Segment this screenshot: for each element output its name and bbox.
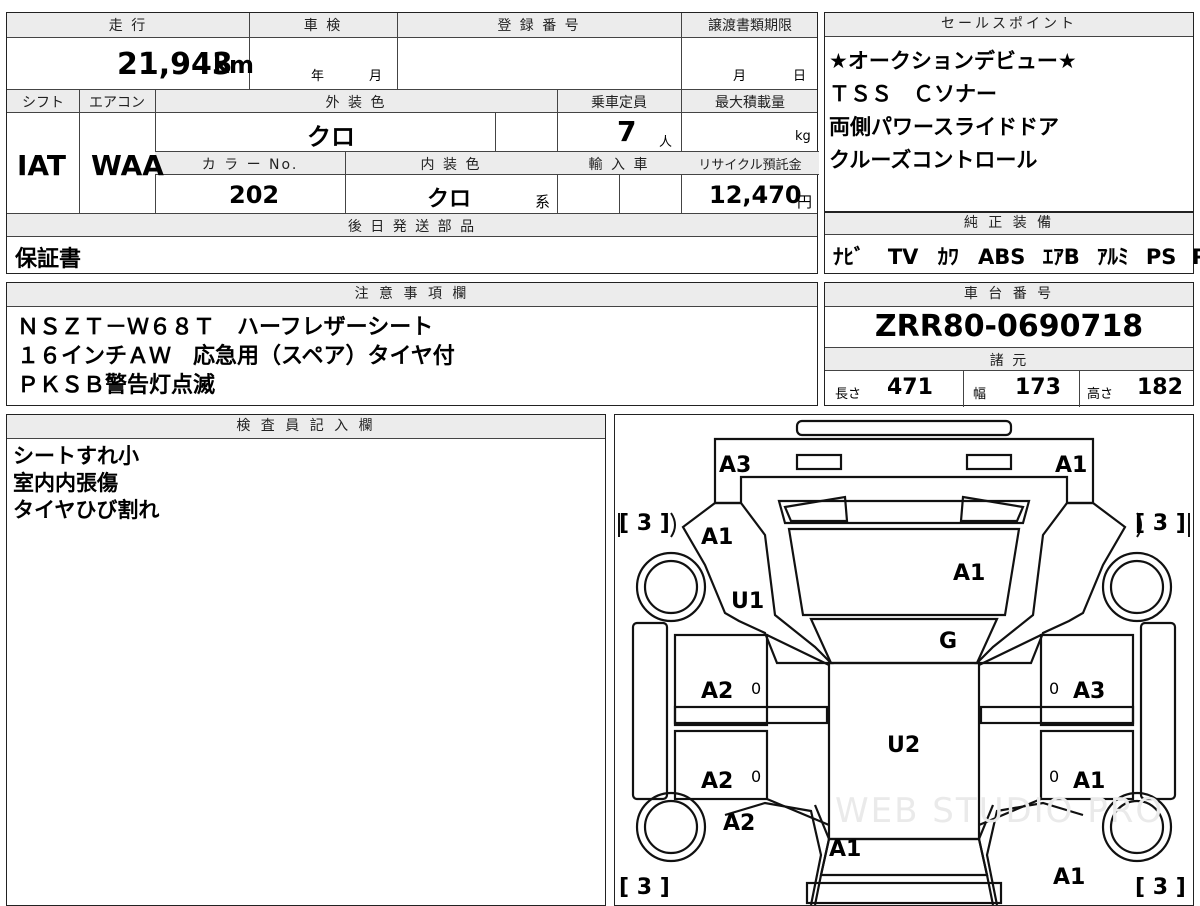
maxload-header: 最大積載量	[715, 95, 785, 111]
tire-front-right: [ 3 ]	[1135, 875, 1186, 900]
inspector-header: 検 査 員 記 入 欄	[7, 415, 605, 439]
note-line: １６インチＡＷ 応急用（スペア）タイヤ付	[17, 344, 455, 369]
sales-point: ★オークションデビュー★	[829, 49, 1077, 73]
sales-points-box: セールスポイント ★オークションデビュー★ ＴＳＳ Ｃソナー 両側パワースライド…	[824, 12, 1194, 212]
interior-value: クロ	[427, 187, 472, 212]
exterior-header: 外 装 色	[325, 95, 387, 111]
info-table: 走 行 車 検 登 録 番 号 譲渡書類期限 21,943 km 年 月 月 日…	[6, 12, 819, 274]
mark-left-fender: A2	[723, 811, 756, 836]
interior-suffix: 系	[535, 193, 551, 211]
height-label: 高さ	[1087, 387, 1114, 402]
equipment-item: TV	[887, 245, 919, 269]
inspector-list: シートすれ小 室内内張傷 タイヤひび割れ	[13, 443, 159, 524]
mileage-header: 走 行	[108, 18, 148, 34]
inspector-line: 室内内張傷	[13, 471, 118, 495]
mark-right-front-door: A1	[1073, 769, 1106, 794]
shift-header: シフト	[22, 95, 64, 111]
mark-right-fender: A1	[1053, 865, 1086, 890]
note-line: ＮＳＺＴ－Ｗ６８Ｔ ハーフレザーシート	[17, 315, 434, 340]
door-zero-mark: 0	[1049, 767, 1060, 786]
sales-point: 両側パワースライドドア	[829, 115, 1059, 139]
door-zero-mark: 0	[1049, 679, 1060, 698]
mark-back-door: A1	[953, 561, 986, 586]
specs-header: 諸 元	[989, 353, 1029, 369]
recycle-value: 12,470	[709, 181, 802, 209]
color-no-value: 202	[229, 181, 280, 209]
width-label: 幅	[973, 387, 987, 402]
car-diagram: WEB STUDIO PRO [ 3 ] [ 3 ] [ 3 ] [ 3 ] A…	[614, 414, 1194, 906]
equipment-box: 純 正 装 備 ﾅﾋﾞ TV ｶﾜ ABS ｴｱB ｱﾙﾐ PS PW	[824, 212, 1200, 274]
aircon-value: WAA	[91, 149, 164, 182]
mark-left-front-door: A2	[701, 769, 734, 794]
later-parts-header: 後 日 発 送 部 品	[347, 219, 477, 235]
inspection-header: 車 検	[303, 18, 343, 34]
equipment-header: 純 正 装 備	[825, 213, 1193, 235]
notes-list: ＮＳＺＴ－Ｗ６８Ｔ ハーフレザーシート １６インチＡＷ 応急用（スペア）タイヤ付…	[17, 313, 455, 400]
sales-points-list: ★オークションデビュー★ ＴＳＳ Ｃソナー 両側パワースライドドア クルーズコン…	[829, 45, 1077, 177]
height-value: 182	[1137, 375, 1183, 400]
tire-front-left: [ 3 ]	[619, 875, 670, 900]
note-line: ＰＫＳＢ警告灯点滅	[17, 373, 216, 398]
chassis-value: ZRR80-0690718	[874, 309, 1144, 344]
mark-hood: A1	[829, 837, 862, 862]
chassis-header: 車 台 番 号	[825, 283, 1193, 307]
equipment-item: PS	[1145, 245, 1177, 269]
equipment-item: ｱﾙﾐ	[1097, 245, 1129, 269]
inspector-line: タイヤひび割れ	[13, 498, 160, 522]
chassis-box: 車 台 番 号 ZRR80-0690718 諸 元 長さ 471 幅 173 高…	[824, 282, 1194, 407]
mark-right-rear-door: A3	[1073, 679, 1106, 704]
equipment-list: ﾅﾋﾞ TV ｶﾜ ABS ｴｱB ｱﾙﾐ PS PW	[833, 241, 1200, 271]
equipment-item: ABS	[978, 245, 1026, 269]
transfer-month: 月	[733, 69, 747, 84]
tire-rear-left: [ 3 ]	[619, 511, 670, 536]
sales-point: ＴＳＳ Ｃソナー	[829, 82, 997, 106]
sales-points-header: セールスポイント	[825, 13, 1193, 37]
watermark: WEB STUDIO PRO	[835, 791, 1165, 831]
transfer-day: 日	[793, 69, 807, 84]
recycle-unit: 円	[797, 193, 813, 211]
tire-rear-right: [ 3 ]	[1135, 511, 1186, 536]
mark-left-quarter: U1	[731, 589, 765, 614]
notes-header: 注 意 事 項 欄	[7, 283, 817, 307]
sales-point: クルーズコントロール	[829, 148, 1038, 172]
color-no-header: カ ラ ー No.	[201, 157, 299, 173]
maxload-unit: kg	[795, 129, 811, 144]
width-value: 173	[1015, 375, 1061, 400]
equipment-item: PW	[1191, 245, 1200, 269]
equipment-item: ｴｱB	[1042, 245, 1080, 269]
equipment-item: ﾅﾋﾞ	[833, 245, 865, 269]
interior-header: 内 装 色	[420, 157, 482, 173]
door-zero-mark: 0	[751, 679, 762, 698]
length-value: 471	[887, 375, 933, 400]
length-label: 長さ	[835, 387, 862, 402]
equipment-item: ｶﾜ	[937, 245, 959, 269]
inspection-year: 年	[311, 69, 325, 84]
shift-value: IAT	[17, 149, 67, 182]
notes-box: 注 意 事 項 欄 ＮＳＺＴ－Ｗ６８Ｔ ハーフレザーシート １６インチＡＷ 応急…	[6, 282, 818, 406]
recycle-header: リサイクル預託金	[698, 158, 802, 173]
inspection-month: 月	[369, 69, 383, 84]
mark-left-quarter-upper: A1	[701, 525, 734, 550]
car-outline	[618, 419, 1190, 905]
import-header: 輸 入 車	[588, 157, 650, 173]
mark-roof: U2	[887, 733, 921, 758]
mark-roof-glass: G	[939, 629, 958, 654]
exterior-value: クロ	[307, 123, 355, 151]
registration-header: 登 録 番 号	[497, 18, 581, 34]
mark-rear-right: A1	[1055, 453, 1088, 478]
door-zero-mark: 0	[751, 767, 762, 786]
mark-left-rear-door: A2	[701, 679, 734, 704]
later-parts-value: 保証書	[15, 247, 82, 272]
mark-rear-left: A3	[719, 453, 752, 478]
mileage-unit: km	[213, 51, 254, 79]
capacity-header: 乗車定員	[591, 95, 647, 111]
aircon-header: エアコン	[89, 95, 145, 111]
transfer-header: 譲渡書類期限	[708, 18, 792, 34]
inspector-line: シートすれ小	[13, 444, 139, 468]
capacity-unit: 人	[659, 135, 673, 150]
capacity-value: 7	[617, 115, 637, 148]
inspector-box: 検 査 員 記 入 欄 シートすれ小 室内内張傷 タイヤひび割れ	[6, 414, 606, 906]
